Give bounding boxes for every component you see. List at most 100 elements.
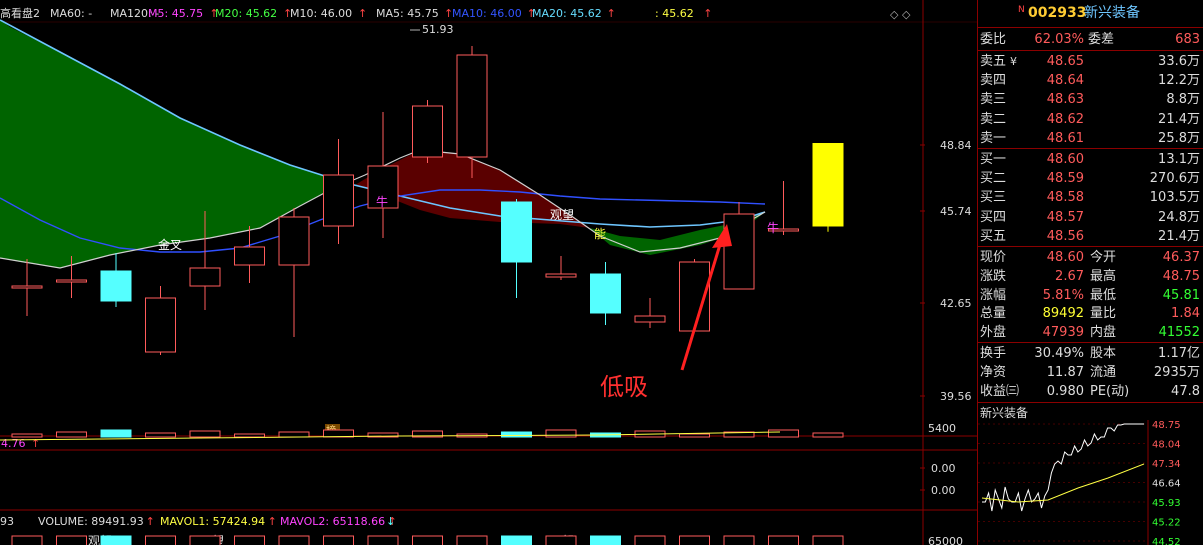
- stat-label: 总量: [980, 306, 1007, 322]
- volume-bar: [56, 431, 87, 438]
- bid-price: 48.58: [1046, 190, 1084, 206]
- volume-bar: [278, 431, 310, 438]
- ask-price: 48.64: [1046, 73, 1084, 89]
- volume-bar: [100, 429, 132, 438]
- candle-body: [456, 54, 488, 158]
- bottom-item-3: MAVOL2: 65118.66: [280, 515, 385, 528]
- header-item-8: MA20: 45.62: [532, 7, 602, 20]
- quote-row[interactable]: 买二 48.59 270.6万: [978, 169, 1203, 188]
- quote-row[interactable]: 买四 48.57 24.8万: [978, 208, 1203, 227]
- ask-volume: 12.2万: [1158, 73, 1200, 89]
- stat-value: 47939: [1042, 325, 1084, 341]
- quote-row[interactable]: 卖五 48.65 33.6万 ¥: [978, 52, 1203, 71]
- stat-value-2: 1.84: [1171, 306, 1200, 322]
- bottom-bar: [412, 535, 443, 545]
- bottom-bar: [456, 535, 488, 545]
- bottom-arrow: ↓: [386, 515, 395, 528]
- bid-price: 48.57: [1046, 209, 1084, 225]
- candle-body: [56, 279, 87, 283]
- candle-body: [189, 267, 221, 287]
- bottom-bar: [323, 535, 354, 545]
- bottom-bar: [679, 535, 710, 545]
- fund-value-2: 1.17亿: [1158, 346, 1200, 361]
- weibi-row: 委比 62.03% 委差 683: [978, 30, 1203, 49]
- fund-label: 收益㈢: [980, 384, 1020, 400]
- volume-bar: [145, 432, 176, 438]
- stat-value: 5.81%: [1042, 287, 1084, 303]
- mini-axis-label: 45.22: [1152, 518, 1181, 529]
- quote-row[interactable]: 外盘 47939 内盘 41552: [978, 323, 1203, 342]
- candle-body: [412, 105, 443, 158]
- bottom-bar: [11, 535, 43, 545]
- ask-price: 48.62: [1046, 111, 1084, 127]
- quote-row[interactable]: 卖三 48.63 8.8万: [978, 90, 1203, 109]
- stat-value-2: 48.75: [1162, 268, 1200, 284]
- ask-label: 卖四: [980, 73, 1007, 89]
- bottom-bar: [501, 535, 532, 545]
- bid-volume: 24.8万: [1158, 209, 1200, 225]
- weicha-label: 委差: [1088, 32, 1115, 47]
- volume-bar: [189, 430, 221, 438]
- mini-axis-label: 47.34: [1152, 459, 1181, 470]
- quote-row[interactable]: 买三 48.58 103.5万: [978, 188, 1203, 207]
- bottom-item-2: MAVOL1: 57424.94: [160, 515, 265, 528]
- fund-value: 11.87: [1046, 365, 1084, 381]
- bottom-bar: [234, 535, 265, 545]
- window-icons[interactable]: ◇ ◇: [890, 8, 911, 21]
- weicha-value: 683: [1175, 32, 1200, 47]
- quote-row[interactable]: 涨跌 2.67 最高 48.75: [978, 267, 1203, 286]
- low-buy-label: 低吸: [600, 373, 648, 401]
- stat-label: 涨跌: [980, 268, 1007, 284]
- axis-label: 48.84: [940, 139, 972, 152]
- volume-bar: [323, 429, 354, 438]
- mini-axis-label: 44.52: [1152, 537, 1181, 545]
- bid-price: 48.56: [1046, 228, 1084, 244]
- fund-value: 30.49%: [1034, 346, 1084, 361]
- quote-row[interactable]: 总量 89492 量比 1.84: [978, 304, 1203, 323]
- quote-row[interactable]: 现价 48.60 今开 46.37: [978, 248, 1203, 267]
- stat-label: 外盘: [980, 325, 1007, 341]
- mini-axis-label: 46.64: [1152, 479, 1181, 490]
- macd-axis-label-2: 0.00: [931, 484, 956, 497]
- bottom-bar: [723, 535, 755, 545]
- header-item-7: MA10: 46.00: [452, 7, 522, 20]
- fund-label-2: 股本: [1090, 346, 1117, 361]
- quote-row[interactable]: 卖四 48.64 12.2万: [978, 71, 1203, 90]
- currency-symbol: ¥: [1010, 55, 1017, 68]
- stat-value-2: 46.37: [1162, 250, 1200, 265]
- quote-row[interactable]: 买五 48.56 21.4万: [978, 227, 1203, 246]
- quote-row[interactable]: 净资 11.87 流通 2935万: [978, 363, 1203, 382]
- mini-axis-label: 45.93: [1152, 498, 1181, 509]
- quote-row[interactable]: 买一 48.60 13.1万: [978, 150, 1203, 169]
- ask-volume: 25.8万: [1158, 130, 1200, 146]
- bottom-header: 93 VOLUME: 89491.93 ↑ MAVOL1: 57424.94 ↑ MAVO…: [0, 515, 397, 528]
- ask-label: 卖一: [980, 130, 1007, 146]
- stat-label-2: 内盘: [1090, 325, 1117, 341]
- quote-row[interactable]: 卖二 48.62 21.4万: [978, 110, 1203, 129]
- quote-row[interactable]: 收益㈢ 0.980 PE(动) 47.8: [978, 382, 1203, 401]
- fund-label: 净资: [980, 365, 1007, 381]
- intraday-mini-chart[interactable]: 48.75 48.04 47.34 46.64 45.93 45.22 44.52: [978, 420, 1203, 545]
- high-price-label: 51.93: [422, 23, 454, 36]
- header-item-5: M10: 46.00: [290, 7, 352, 20]
- header-arrow-9: ↑: [703, 7, 712, 20]
- bottom-arrow-1: ↑: [146, 515, 155, 528]
- golden-cross-label: 金叉: [158, 237, 182, 252]
- candle-body: [812, 143, 844, 227]
- divider: [978, 50, 1203, 51]
- quote-row[interactable]: 换手 30.49% 股本 1.17亿: [978, 344, 1203, 363]
- divider: [978, 402, 1203, 403]
- divider: [978, 148, 1203, 149]
- niu-label-1: 牛: [376, 194, 388, 209]
- candle-body: [100, 270, 132, 302]
- bottom-bar: [634, 535, 666, 545]
- candle-body: [145, 297, 176, 353]
- volume-bar: [679, 433, 710, 438]
- volume-bar: [812, 432, 844, 438]
- quote-row[interactable]: 卖一 48.61 25.8万: [978, 129, 1203, 148]
- bottom-bar: [145, 535, 176, 545]
- stat-value-2: 45.81: [1162, 287, 1200, 303]
- stat-value-2: 41552: [1158, 325, 1200, 341]
- vol-axis-label: 5400: [928, 422, 956, 435]
- quote-row[interactable]: 涨幅 5.81% 最低 45.81: [978, 286, 1203, 305]
